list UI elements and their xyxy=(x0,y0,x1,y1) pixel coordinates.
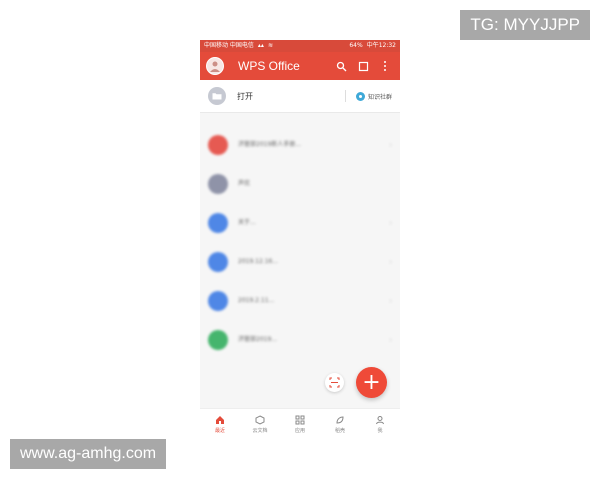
community-link[interactable]: 知识社群 xyxy=(355,91,392,101)
list-item[interactable]: 2019.12.16... › xyxy=(200,245,400,279)
open-row: 打开 知识社群 xyxy=(200,80,400,113)
open-row-divider xyxy=(344,90,346,102)
nav-label-apps: 应用 xyxy=(294,428,305,434)
more-button[interactable] xyxy=(376,57,394,75)
doc-title: 2019.12.16... xyxy=(238,258,279,265)
chevron-right-icon: › xyxy=(389,219,392,227)
doc-title: 声优 xyxy=(238,180,251,187)
phone-screen: 中国移动 中国电信 ▴▴ ≋ 64% 中午12:32 WPS Office 打开… xyxy=(200,40,400,440)
nav-label-cloud-docs: 云文档 xyxy=(252,428,268,434)
list-item[interactable]: 声优 xyxy=(200,167,400,201)
home-icon xyxy=(216,416,224,424)
search-button[interactable] xyxy=(332,57,350,75)
apps-icon xyxy=(295,415,305,425)
status-bar: 中国移动 中国电信 ▴▴ ≋ 64% 中午12:32 xyxy=(200,40,400,52)
chevron-right-icon: › xyxy=(389,336,392,344)
nav-label-recent: 最近 xyxy=(214,428,225,434)
nav-profile[interactable]: 我 xyxy=(360,409,400,440)
nav-cloud-docs[interactable]: 云文档 xyxy=(240,409,280,440)
document-list: 济管部2019新人手册... › 声优 关于... › 2019.12.16..… xyxy=(200,128,400,362)
search-icon xyxy=(336,61,346,71)
community-label: 知识社群 xyxy=(367,93,392,101)
plus-icon: + xyxy=(362,369,381,395)
list-item[interactable]: 济管部2019新人手册... › xyxy=(200,128,400,162)
doc-title: 关于... xyxy=(238,219,256,226)
doc-title: 济管部2019新人手册... xyxy=(238,141,301,148)
folder-icon xyxy=(212,93,222,100)
doc-type-icon xyxy=(208,291,228,311)
scan-icon xyxy=(329,377,340,388)
carrier-text: 中国移动 中国电信 xyxy=(204,42,254,49)
list-item[interactable]: 2019.2.11... › xyxy=(200,284,400,318)
list-item[interactable]: 济管部2019... › xyxy=(200,323,400,357)
doc-type-icon xyxy=(208,213,228,233)
battery-text: 64% xyxy=(349,42,363,49)
watermark-site: www.ag-amhg.com xyxy=(10,439,167,469)
app-title: WPS Office xyxy=(238,59,300,73)
doc-type-icon xyxy=(208,330,228,350)
nav-label-profile: 我 xyxy=(377,428,383,434)
scan-button[interactable] xyxy=(325,373,344,392)
doc-title: 济管部2019... xyxy=(238,336,277,343)
create-button[interactable]: + xyxy=(356,367,387,398)
profile-icon xyxy=(376,416,384,425)
doc-title: 2019.2.11... xyxy=(238,297,275,304)
wifi-icon: ≋ xyxy=(267,42,273,49)
time-text: 中午12:32 xyxy=(366,42,396,49)
chevron-right-icon: › xyxy=(389,141,392,149)
more-icon xyxy=(384,61,386,71)
watermark-tg: TG: MYYJJPP xyxy=(460,10,590,40)
bottom-navigation: 最近 云文档 应用 稻壳 我 xyxy=(200,408,400,440)
open-label[interactable]: 打开 xyxy=(237,91,345,102)
doc-type-icon xyxy=(208,135,228,155)
chevron-right-icon: › xyxy=(389,258,392,266)
doc-type-icon xyxy=(208,174,228,194)
chevron-right-icon: › xyxy=(389,297,392,305)
window-icon xyxy=(358,61,368,71)
multi-window-button[interactable] xyxy=(354,57,372,75)
app-bar: WPS Office xyxy=(200,52,400,80)
folder-button[interactable] xyxy=(208,87,226,105)
cloud-doc-icon xyxy=(255,415,265,425)
nav-daoke[interactable]: 稻壳 xyxy=(320,409,360,440)
nav-label-daoke: 稻壳 xyxy=(334,428,345,434)
community-icon xyxy=(355,91,365,101)
avatar[interactable] xyxy=(206,57,224,75)
doc-type-icon xyxy=(208,252,228,272)
nav-recent[interactable]: 最近 xyxy=(200,409,240,440)
avatar-icon xyxy=(210,61,220,72)
signal-icon: ▴▴ xyxy=(257,42,264,49)
leaf-icon xyxy=(336,416,344,424)
nav-apps[interactable]: 应用 xyxy=(280,409,320,440)
list-item[interactable]: 关于... › xyxy=(200,206,400,240)
